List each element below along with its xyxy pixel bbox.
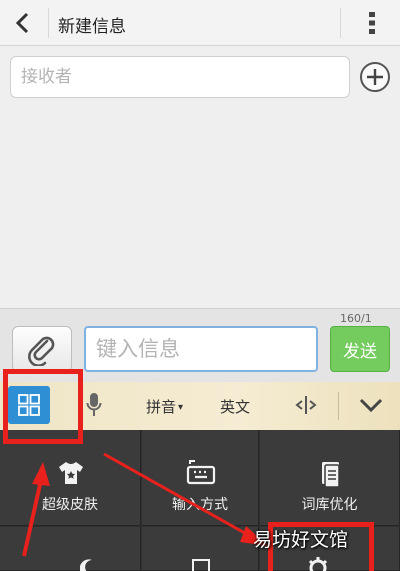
attach-button[interactable]: [12, 326, 72, 372]
message-field[interactable]: [84, 326, 318, 372]
cursor-move-icon: [295, 396, 317, 414]
chevron-down-icon: [359, 398, 383, 413]
highlight-box: [3, 369, 83, 444]
title-bar: 新建信息: [0, 0, 400, 46]
more-vertical-icon: [369, 12, 375, 34]
send-button[interactable]: 发送: [330, 326, 390, 372]
divider: [338, 392, 339, 420]
message-area: [0, 108, 400, 308]
microphone-icon: [86, 393, 102, 416]
cursor-move-button[interactable]: [294, 394, 318, 416]
add-recipient-button[interactable]: [359, 61, 391, 93]
recipient-field[interactable]: [10, 56, 350, 98]
dropdown-caret-icon: ▾: [178, 402, 184, 413]
back-button[interactable]: [8, 8, 38, 38]
divider: [48, 8, 49, 38]
message-input[interactable]: [86, 328, 316, 370]
divider: [340, 8, 341, 38]
watermark-text: 易坊好文馆: [253, 529, 349, 551]
english-mode-button[interactable]: 英文: [220, 396, 250, 417]
overflow-menu-button[interactable]: [360, 8, 384, 38]
page-title: 新建信息: [58, 17, 126, 37]
char-counter: 160/1: [340, 312, 372, 325]
plus-circle-icon: [360, 62, 390, 92]
paperclip-icon: [28, 336, 55, 366]
pinyin-label: 拼音: [146, 398, 177, 416]
recipient-input[interactable]: [11, 57, 349, 97]
voice-input-button[interactable]: [86, 392, 102, 418]
collapse-keyboard-button[interactable]: [356, 394, 386, 416]
chevron-left-icon: [15, 12, 29, 34]
pinyin-mode-button[interactable]: 拼音 ▾: [146, 396, 183, 417]
